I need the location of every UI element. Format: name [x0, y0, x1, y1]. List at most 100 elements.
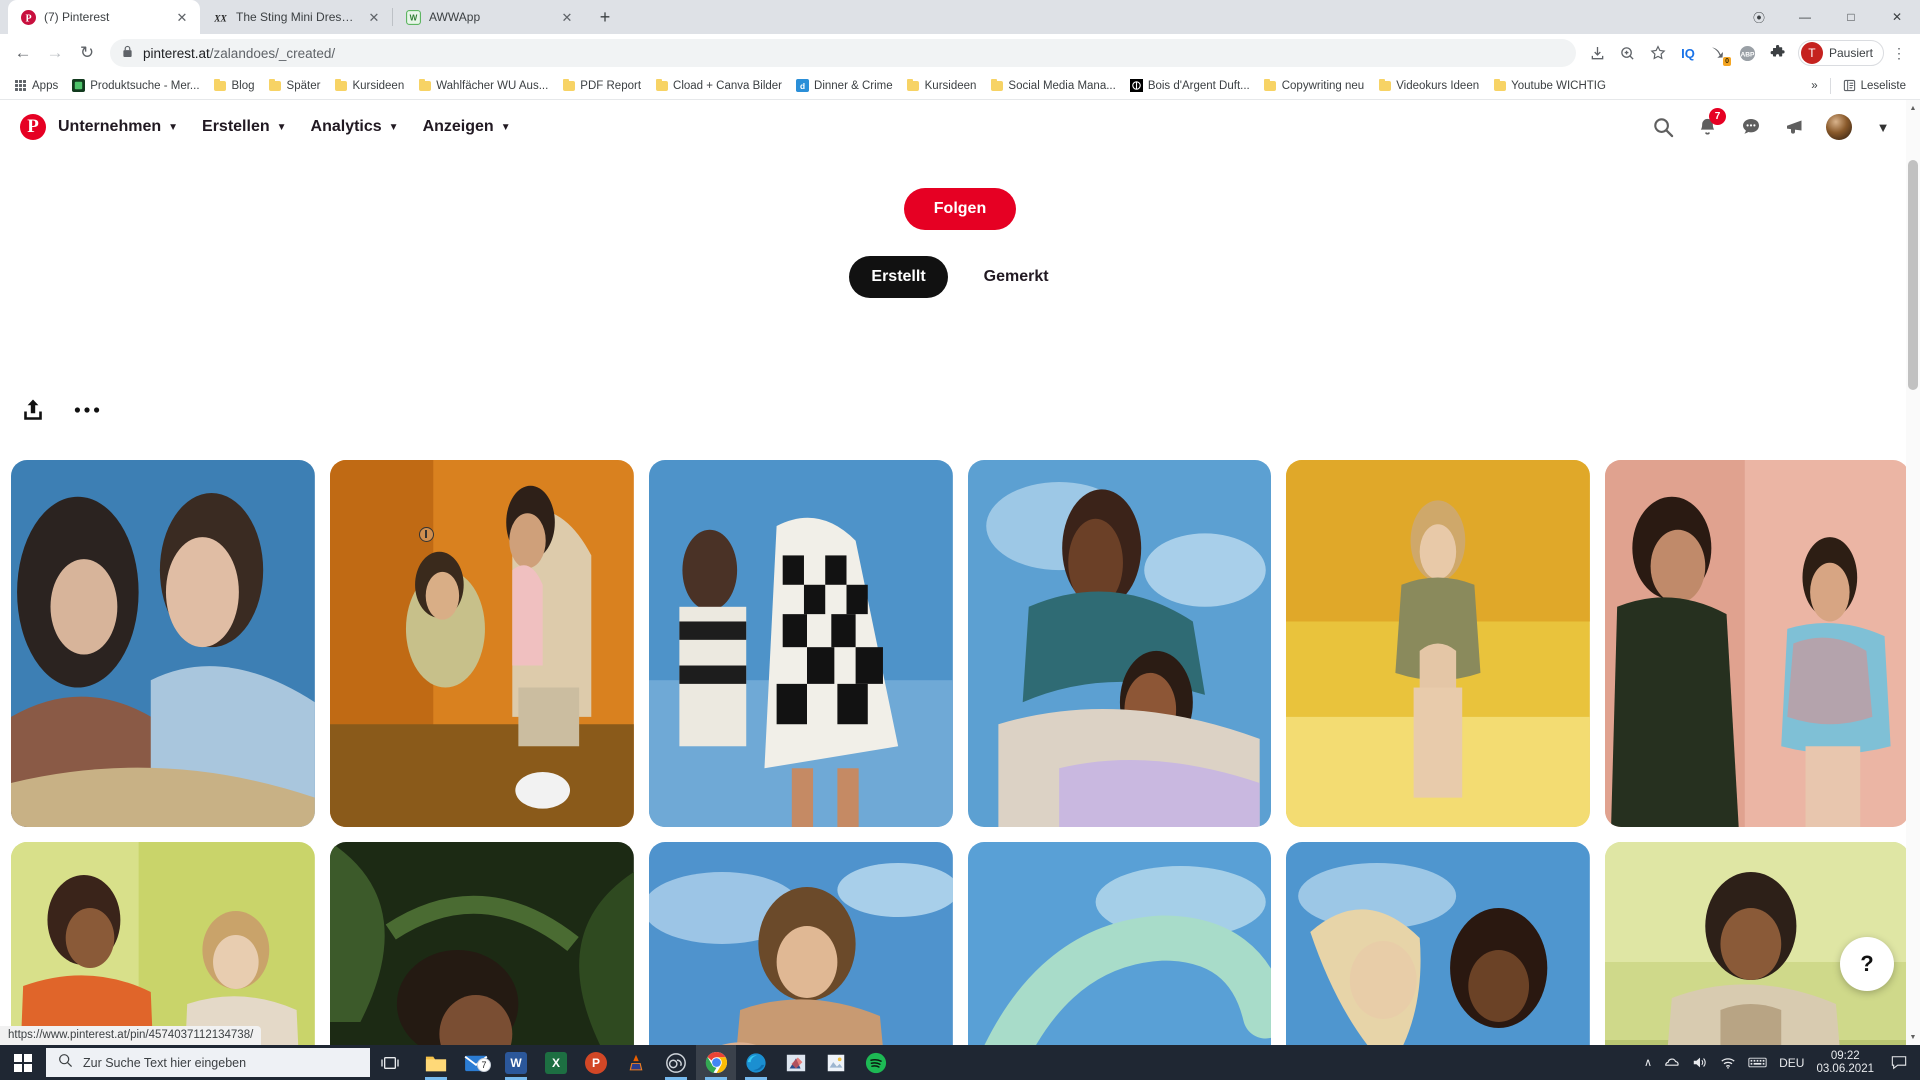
pin-card-9[interactable]: [648, 842, 953, 1045]
address-bar[interactable]: pinterest.at/zalandoes/_created/: [110, 39, 1576, 67]
nav-item-anzeigen[interactable]: Anzeigen ▼: [411, 110, 523, 144]
scrollbar-thumb[interactable]: [1908, 160, 1918, 390]
powerpoint-icon[interactable]: P: [576, 1045, 616, 1080]
pin-card-2[interactable]: [329, 460, 634, 827]
install-icon[interactable]: [1584, 39, 1612, 67]
vlc-icon[interactable]: [616, 1045, 656, 1080]
share-icon[interactable]: [22, 398, 44, 422]
bookmark-produktsuche[interactable]: Produktsuche - Mer...: [66, 76, 205, 95]
tab-title: AWWApp: [429, 10, 481, 24]
nav-item-unternehmen[interactable]: Unternehmen ▼: [46, 110, 190, 144]
close-icon[interactable]: ✕: [366, 9, 382, 25]
more-options-icon[interactable]: [74, 406, 100, 414]
wifi-icon[interactable]: [1720, 1055, 1736, 1070]
bookmark-cload-canva[interactable]: Cload + Canva Bilder: [649, 76, 788, 95]
page-scrollbar[interactable]: ▲ ▼: [1906, 100, 1920, 1045]
keyboard-icon[interactable]: [1748, 1056, 1767, 1069]
bookmark-bois-dargent[interactable]: Bois d'Argent Duft...: [1124, 76, 1256, 95]
bookmark-pdf-report[interactable]: PDF Report: [556, 76, 647, 95]
tray-overflow-icon[interactable]: ∧: [1644, 1056, 1652, 1069]
close-icon[interactable]: ✕: [174, 9, 190, 25]
bookmark-kursideen-1[interactable]: Kursideen: [328, 76, 410, 95]
browser-tab-awwapp[interactable]: W AWWApp ✕: [393, 0, 585, 34]
volume-icon[interactable]: [1692, 1055, 1708, 1070]
bookmark-blog[interactable]: Blog: [208, 76, 261, 95]
file-explorer-icon[interactable]: [416, 1045, 456, 1080]
site-icon-dark: [1129, 79, 1143, 92]
chrome-icon[interactable]: [696, 1045, 736, 1080]
scroll-down-icon[interactable]: ▼: [1906, 1029, 1920, 1045]
task-view-icon[interactable]: [370, 1045, 410, 1080]
extension-pocket-icon[interactable]: 0: [1704, 39, 1732, 67]
start-button[interactable]: [0, 1045, 46, 1080]
pin-card-5[interactable]: [1286, 460, 1591, 827]
browser-tab-pinterest[interactable]: P (7) Pinterest ✕: [8, 0, 200, 34]
nav-item-erstellen[interactable]: Erstellen ▼: [190, 110, 299, 144]
bookmark-copywriting[interactable]: Copywriting neu: [1258, 76, 1370, 95]
bookmarks-overflow-button[interactable]: »: [1805, 77, 1823, 95]
avatar[interactable]: [1822, 110, 1856, 144]
pin-card-11[interactable]: [1286, 842, 1591, 1045]
messages-icon[interactable]: [1734, 110, 1768, 144]
clock[interactable]: 09:22 03.06.2021: [1816, 1050, 1874, 1076]
pin-card-1[interactable]: [11, 460, 315, 827]
pin-card-10[interactable]: [967, 842, 1272, 1045]
notification-icon[interactable]: [1886, 1055, 1912, 1070]
tab-erstellt[interactable]: Erstellt: [849, 256, 948, 298]
nav-item-analytics[interactable]: Analytics ▼: [299, 110, 411, 144]
mail-icon[interactable]: 7: [456, 1045, 496, 1080]
bookmark-youtube-wichtig[interactable]: Youtube WICHTIG: [1487, 76, 1612, 95]
browser-tab-sting[interactable]: XX The Sting Mini Dress Blue ✕: [200, 0, 392, 34]
close-window-icon[interactable]: ✕: [1874, 0, 1920, 34]
bookmark-star-icon[interactable]: [1644, 39, 1672, 67]
folder-icon: [1378, 78, 1391, 92]
scroll-up-icon[interactable]: ▲: [1906, 100, 1920, 116]
pinterest-logo-icon[interactable]: P: [20, 114, 46, 140]
minimize-icon[interactable]: —: [1782, 0, 1828, 34]
chrome-menu-icon[interactable]: ⋮: [1886, 39, 1912, 67]
excel-icon[interactable]: X: [536, 1045, 576, 1080]
pin-card-8[interactable]: [329, 842, 634, 1045]
extension-iq-icon[interactable]: IQ: [1674, 39, 1702, 67]
help-button[interactable]: ?: [1840, 937, 1894, 991]
pin-card-6[interactable]: [1605, 460, 1909, 827]
pin-card-3[interactable]: [648, 460, 953, 827]
bookmark-videokurs[interactable]: Videokurs Ideen: [1372, 76, 1485, 95]
pin-card-4[interactable]: [967, 460, 1272, 827]
profile-chip[interactable]: T Pausiert: [1797, 40, 1884, 66]
tab-gemerkt[interactable]: Gemerkt: [962, 256, 1071, 298]
photos-icon[interactable]: [816, 1045, 856, 1080]
snip-icon[interactable]: [776, 1045, 816, 1080]
spotify-icon[interactable]: [856, 1045, 896, 1080]
extension-adblock-icon[interactable]: ABP: [1734, 39, 1762, 67]
zoom-icon[interactable]: [1614, 39, 1642, 67]
edge-icon[interactable]: [736, 1045, 776, 1080]
reload-button[interactable]: ↻: [72, 38, 102, 68]
extensions-puzzle-icon[interactable]: [1764, 39, 1792, 67]
bookmark-social-media[interactable]: Social Media Mana...: [984, 76, 1121, 95]
pin-image: [967, 460, 1272, 827]
megaphone-icon[interactable]: [1778, 110, 1812, 144]
onedrive-icon[interactable]: [1664, 1055, 1680, 1070]
obs-icon[interactable]: [656, 1045, 696, 1080]
maximize-icon[interactable]: □: [1828, 0, 1874, 34]
bookmark-spaeter[interactable]: Später: [263, 76, 327, 95]
chevron-down-icon[interactable]: ▼: [1866, 110, 1900, 144]
taskbar-search-box[interactable]: Zur Suche Text hier eingeben: [46, 1048, 370, 1077]
follow-button[interactable]: Folgen: [903, 188, 1017, 230]
close-icon[interactable]: ✕: [559, 9, 575, 25]
window-extra-icon[interactable]: ⦿: [1736, 0, 1782, 34]
search-icon[interactable]: [1646, 110, 1680, 144]
reading-list-button[interactable]: Leseliste: [1837, 76, 1912, 95]
bell-icon[interactable]: 7: [1690, 108, 1726, 144]
language-indicator[interactable]: DEU: [1779, 1056, 1804, 1070]
word-icon[interactable]: W: [496, 1045, 536, 1080]
new-tab-button[interactable]: +: [591, 3, 619, 31]
pin-card-7[interactable]: [11, 842, 315, 1045]
back-button[interactable]: ←: [8, 38, 38, 68]
bookmark-kursideen-2[interactable]: Kursideen: [901, 76, 983, 95]
bookmark-apps[interactable]: Apps: [8, 76, 64, 95]
forward-button[interactable]: →: [40, 38, 70, 68]
bookmark-dinner-crime[interactable]: d Dinner & Crime: [790, 76, 899, 95]
bookmark-wahlfaecher[interactable]: Wahlfächer WU Aus...: [412, 76, 554, 95]
